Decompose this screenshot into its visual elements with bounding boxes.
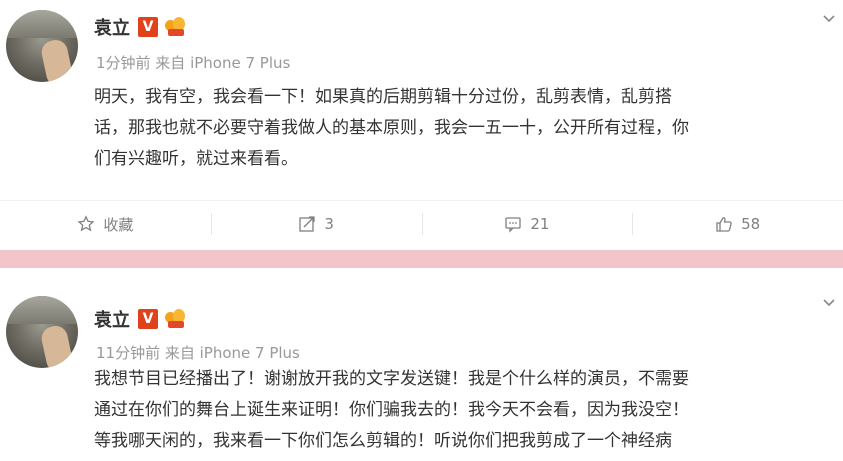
chevron-down-icon[interactable] [821,10,837,26]
star-icon [77,215,95,232]
post-text-line: 通过在你们的舞台上诞生来证明！你们骗我去的！我今天不会看，因为我没空！ [94,400,689,420]
repost-count: 3 [324,215,334,233]
comment-count: 21 [530,215,550,233]
post-divider [0,250,843,268]
repost-button[interactable]: 3 [210,201,422,247]
weibo-post: 袁立 V 11分钟前 来自 iPhone 7 Plus 我想节目已经播出了！谢谢… [0,268,843,461]
avatar[interactable] [6,10,78,82]
author-name[interactable]: 袁立 [94,14,130,40]
post-meta: 11分钟前 来自 iPhone 7 Plus [96,344,300,362]
post-text-line: 话，那我也就不必要守着我做人的基本原则，我会一五一十，公开所有过程，你 [94,118,689,138]
chevron-down-icon[interactable] [821,294,837,310]
thumbs-up-icon [716,217,732,232]
favorite-button[interactable]: 收藏 [0,201,211,247]
author-row: 袁立 V [94,14,186,40]
post-text-line: 明天，我有空，我会看一下！如果真的后期剪辑十分过份，乱剪表情，乱剪搭 [94,87,672,107]
post-text-line: 我想节目已经播出了！谢谢放开我的文字发送键！我是个什么样的演员，不需要 [94,369,689,389]
verified-badge-icon: V [138,17,158,37]
author-row: 袁立 V [94,306,186,332]
weibo-post: 袁立 V 1分钟前 来自 iPhone 7 Plus 明天，我有空，我会看一下！… [0,0,843,250]
medal-icon [164,309,186,329]
comment-icon [505,217,521,233]
verified-badge-icon: V [138,309,158,329]
like-count: 58 [741,215,761,233]
repost-icon [299,216,315,232]
post-meta: 1分钟前 来自 iPhone 7 Plus [96,54,291,72]
post-content: 明天，我有空，我会看一下！如果真的后期剪辑十分过份，乱剪表情，乱剪搭 话，那我也… [94,82,824,175]
like-button[interactable]: 58 [632,201,843,247]
post-text-line: 们有兴趣听，就过来看看。 [94,149,298,169]
action-bar: 收藏 3 21 58 [0,200,843,247]
author-name[interactable]: 袁立 [94,306,130,332]
medal-icon [164,17,186,37]
avatar[interactable] [6,296,78,368]
post-text-line: 等我哪天闲的，我来看一下你们怎么剪辑的！听说你们把我剪成了一个神经病 [94,431,672,451]
favorite-label: 收藏 [103,215,134,234]
post-content: 我想节目已经播出了！谢谢放开我的文字发送键！我是个什么样的演员，不需要 通过在你… [94,364,824,457]
comment-button[interactable]: 21 [421,201,633,247]
